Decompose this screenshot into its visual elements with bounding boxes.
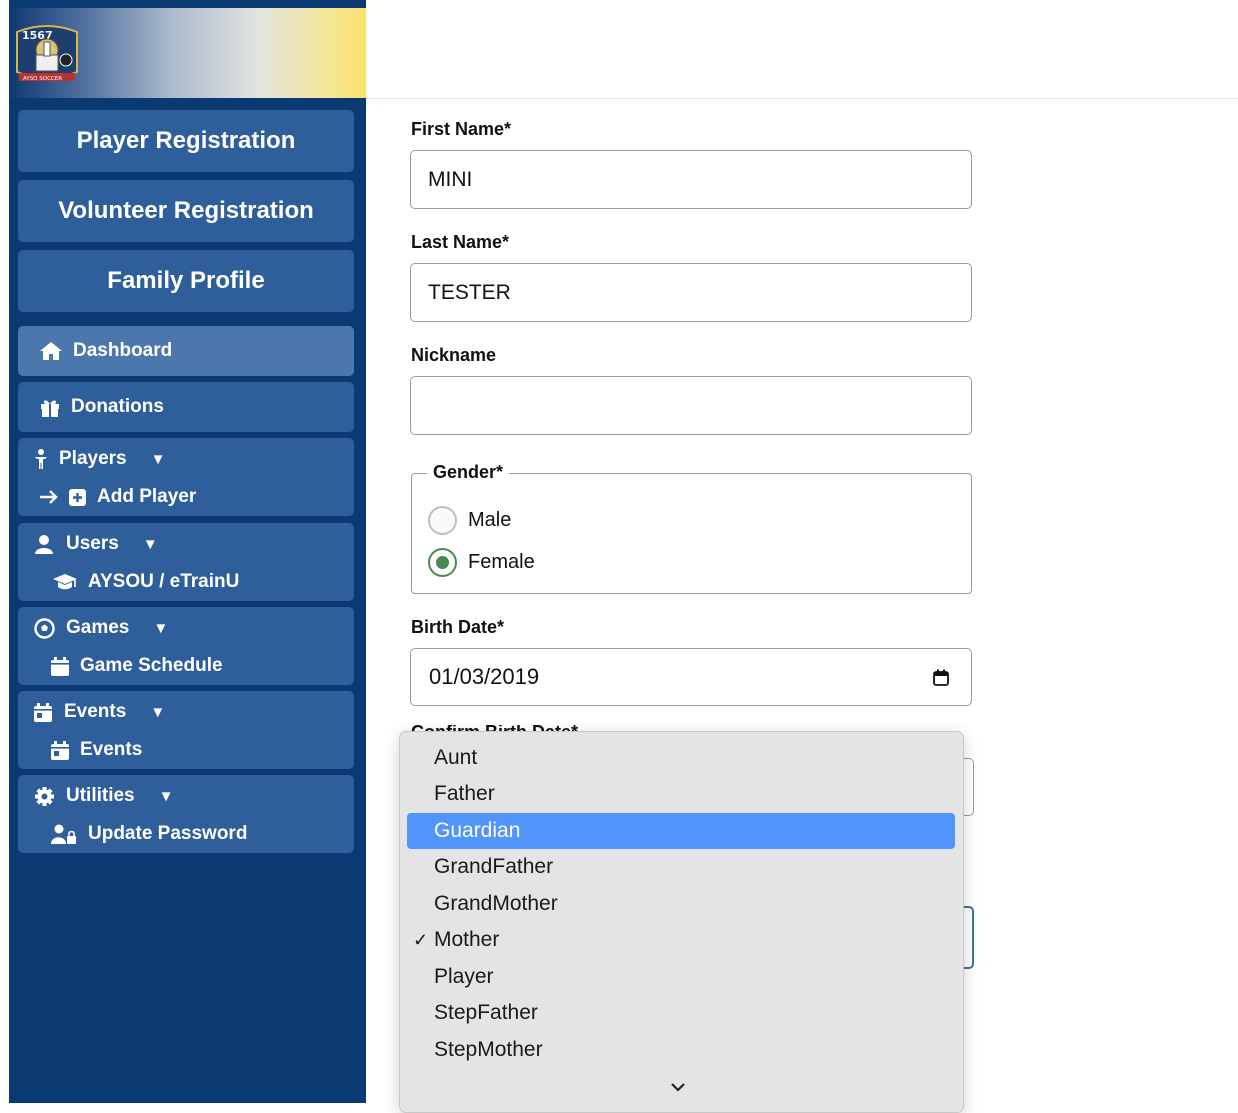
chevron-down-icon: ▼ xyxy=(158,787,174,805)
sidebar-item-events[interactable]: Events xyxy=(51,737,142,763)
volunteer-registration-button[interactable]: Volunteer Registration xyxy=(18,180,354,242)
player-registration-button[interactable]: Player Registration xyxy=(18,110,354,172)
calendar-icon xyxy=(51,656,69,676)
sidebar-item-label: Events xyxy=(64,701,127,722)
dropdown-option-stepfather[interactable]: StepFather xyxy=(407,995,955,1031)
calendar-day-icon xyxy=(34,702,52,722)
gender-female-label[interactable]: Female xyxy=(468,551,535,574)
user-icon xyxy=(35,535,53,554)
dropdown-option-label: Mother xyxy=(434,928,500,951)
first-name-label: First Name* xyxy=(411,119,512,139)
chevron-down-icon: ▼ xyxy=(142,535,158,553)
sidebar-group-utilities: Utilities ▼ Update Password xyxy=(18,775,354,853)
sidebar-item-label: Users xyxy=(66,533,119,554)
gender-label: Gender* xyxy=(427,462,510,483)
sidebar-item-label: Events xyxy=(80,739,143,760)
games-toggle[interactable]: Games ▼ xyxy=(34,615,168,641)
chevron-down-icon: ▼ xyxy=(153,619,169,637)
sidebar-group-users: Users ▼ AYSOU / eTrainU xyxy=(18,523,354,601)
birth-date-input[interactable]: 01/03/2019 xyxy=(410,648,972,706)
sidebar: 1567 AYSO SOCCER Player Registration Vol… xyxy=(9,0,366,1103)
chevron-down-icon: ▼ xyxy=(150,703,166,721)
sidebar-item-donations[interactable]: Donations xyxy=(18,382,354,432)
sidebar-item-label: Donations xyxy=(71,396,164,417)
chevron-down-icon: ▼ xyxy=(150,450,166,468)
dropdown-option-grandfather[interactable]: GrandFather xyxy=(407,849,955,885)
sidebar-item-add-player[interactable]: Add Player xyxy=(39,484,196,510)
sidebar-item-label: Dashboard xyxy=(73,340,173,361)
sidebar-item-label: Add Player xyxy=(97,486,197,507)
window-edge xyxy=(0,0,9,1103)
top-bar xyxy=(366,8,1238,99)
first-name-input[interactable]: MINI xyxy=(410,150,972,209)
dropdown-option-aunt[interactable]: Aunt xyxy=(407,740,955,776)
users-toggle[interactable]: Users ▼ xyxy=(34,531,158,557)
gender-fieldset xyxy=(411,473,972,594)
last-name-input[interactable]: TESTER xyxy=(410,263,972,322)
sidebar-item-label: Games xyxy=(66,617,130,638)
club-logo-icon[interactable]: 1567 AYSO SOCCER xyxy=(14,22,80,88)
child-icon xyxy=(35,449,47,469)
chevron-down-icon[interactable] xyxy=(670,1082,686,1092)
sidebar-item-label: Update Password xyxy=(88,823,248,844)
gender-male-radio[interactable] xyxy=(428,506,457,535)
relationship-dropdown-list: Aunt Father Guardian GrandFather GrandMo… xyxy=(399,731,964,1113)
utilities-toggle[interactable]: Utilities ▼ xyxy=(34,783,173,809)
checkmark-icon: ✓ xyxy=(413,929,429,950)
sidebar-item-update-password[interactable]: Update Password xyxy=(51,821,247,847)
sidebar-item-label: Utilities xyxy=(66,785,135,806)
svg-text:AYSO SOCCER: AYSO SOCCER xyxy=(23,76,62,82)
sidebar-item-label: Game Schedule xyxy=(80,655,223,676)
sidebar-item-game-schedule[interactable]: Game Schedule xyxy=(51,653,223,679)
gender-female-radio[interactable] xyxy=(428,548,457,577)
dropdown-option-guardian[interactable]: Guardian xyxy=(407,813,955,849)
birth-date-label: Birth Date* xyxy=(411,617,505,637)
logo-banner: 1567 AYSO SOCCER xyxy=(9,8,366,98)
user-lock-icon xyxy=(51,824,76,844)
birth-date-value: 01/03/2019 xyxy=(429,664,540,689)
plus-square-icon xyxy=(69,488,86,506)
dropdown-option-father[interactable]: Father xyxy=(407,776,955,812)
sidebar-item-dashboard[interactable]: Dashboard xyxy=(18,326,354,376)
gender-male-label[interactable]: Male xyxy=(468,509,511,532)
players-toggle[interactable]: Players ▼ xyxy=(33,446,165,472)
dropdown-option-mother[interactable]: ✓ Mother xyxy=(407,922,955,958)
dropdown-option-grandmother[interactable]: GrandMother xyxy=(407,886,955,922)
gear-icon xyxy=(35,786,54,806)
events-toggle[interactable]: Events ▼ xyxy=(34,699,165,725)
sidebar-group-events: Events ▼ Events xyxy=(18,691,354,769)
calendar-picker-icon[interactable] xyxy=(933,669,949,686)
sidebar-group-players: Players ▼ Add Player xyxy=(18,438,354,516)
sidebar-group-games: Games ▼ Game Schedule xyxy=(18,607,354,685)
sidebar-item-label: Players xyxy=(59,448,127,469)
gift-icon xyxy=(41,400,59,417)
calendar-day-icon xyxy=(51,740,69,760)
sidebar-item-aysou-etrainu[interactable]: AYSOU / eTrainU xyxy=(52,569,239,595)
dropdown-option-stepmother[interactable]: StepMother xyxy=(407,1032,955,1068)
family-profile-button[interactable]: Family Profile xyxy=(18,250,354,312)
soccer-ball-icon xyxy=(34,617,55,639)
home-icon xyxy=(40,342,62,360)
nickname-input[interactable] xyxy=(410,376,972,435)
arrow-right-icon xyxy=(40,490,58,504)
dropdown-option-player[interactable]: Player xyxy=(407,959,955,995)
graduation-cap-icon xyxy=(53,574,77,590)
last-name-label: Last Name* xyxy=(411,232,510,252)
sidebar-item-label: AYSOU / eTrainU xyxy=(88,571,240,592)
nickname-label: Nickname xyxy=(411,345,497,365)
